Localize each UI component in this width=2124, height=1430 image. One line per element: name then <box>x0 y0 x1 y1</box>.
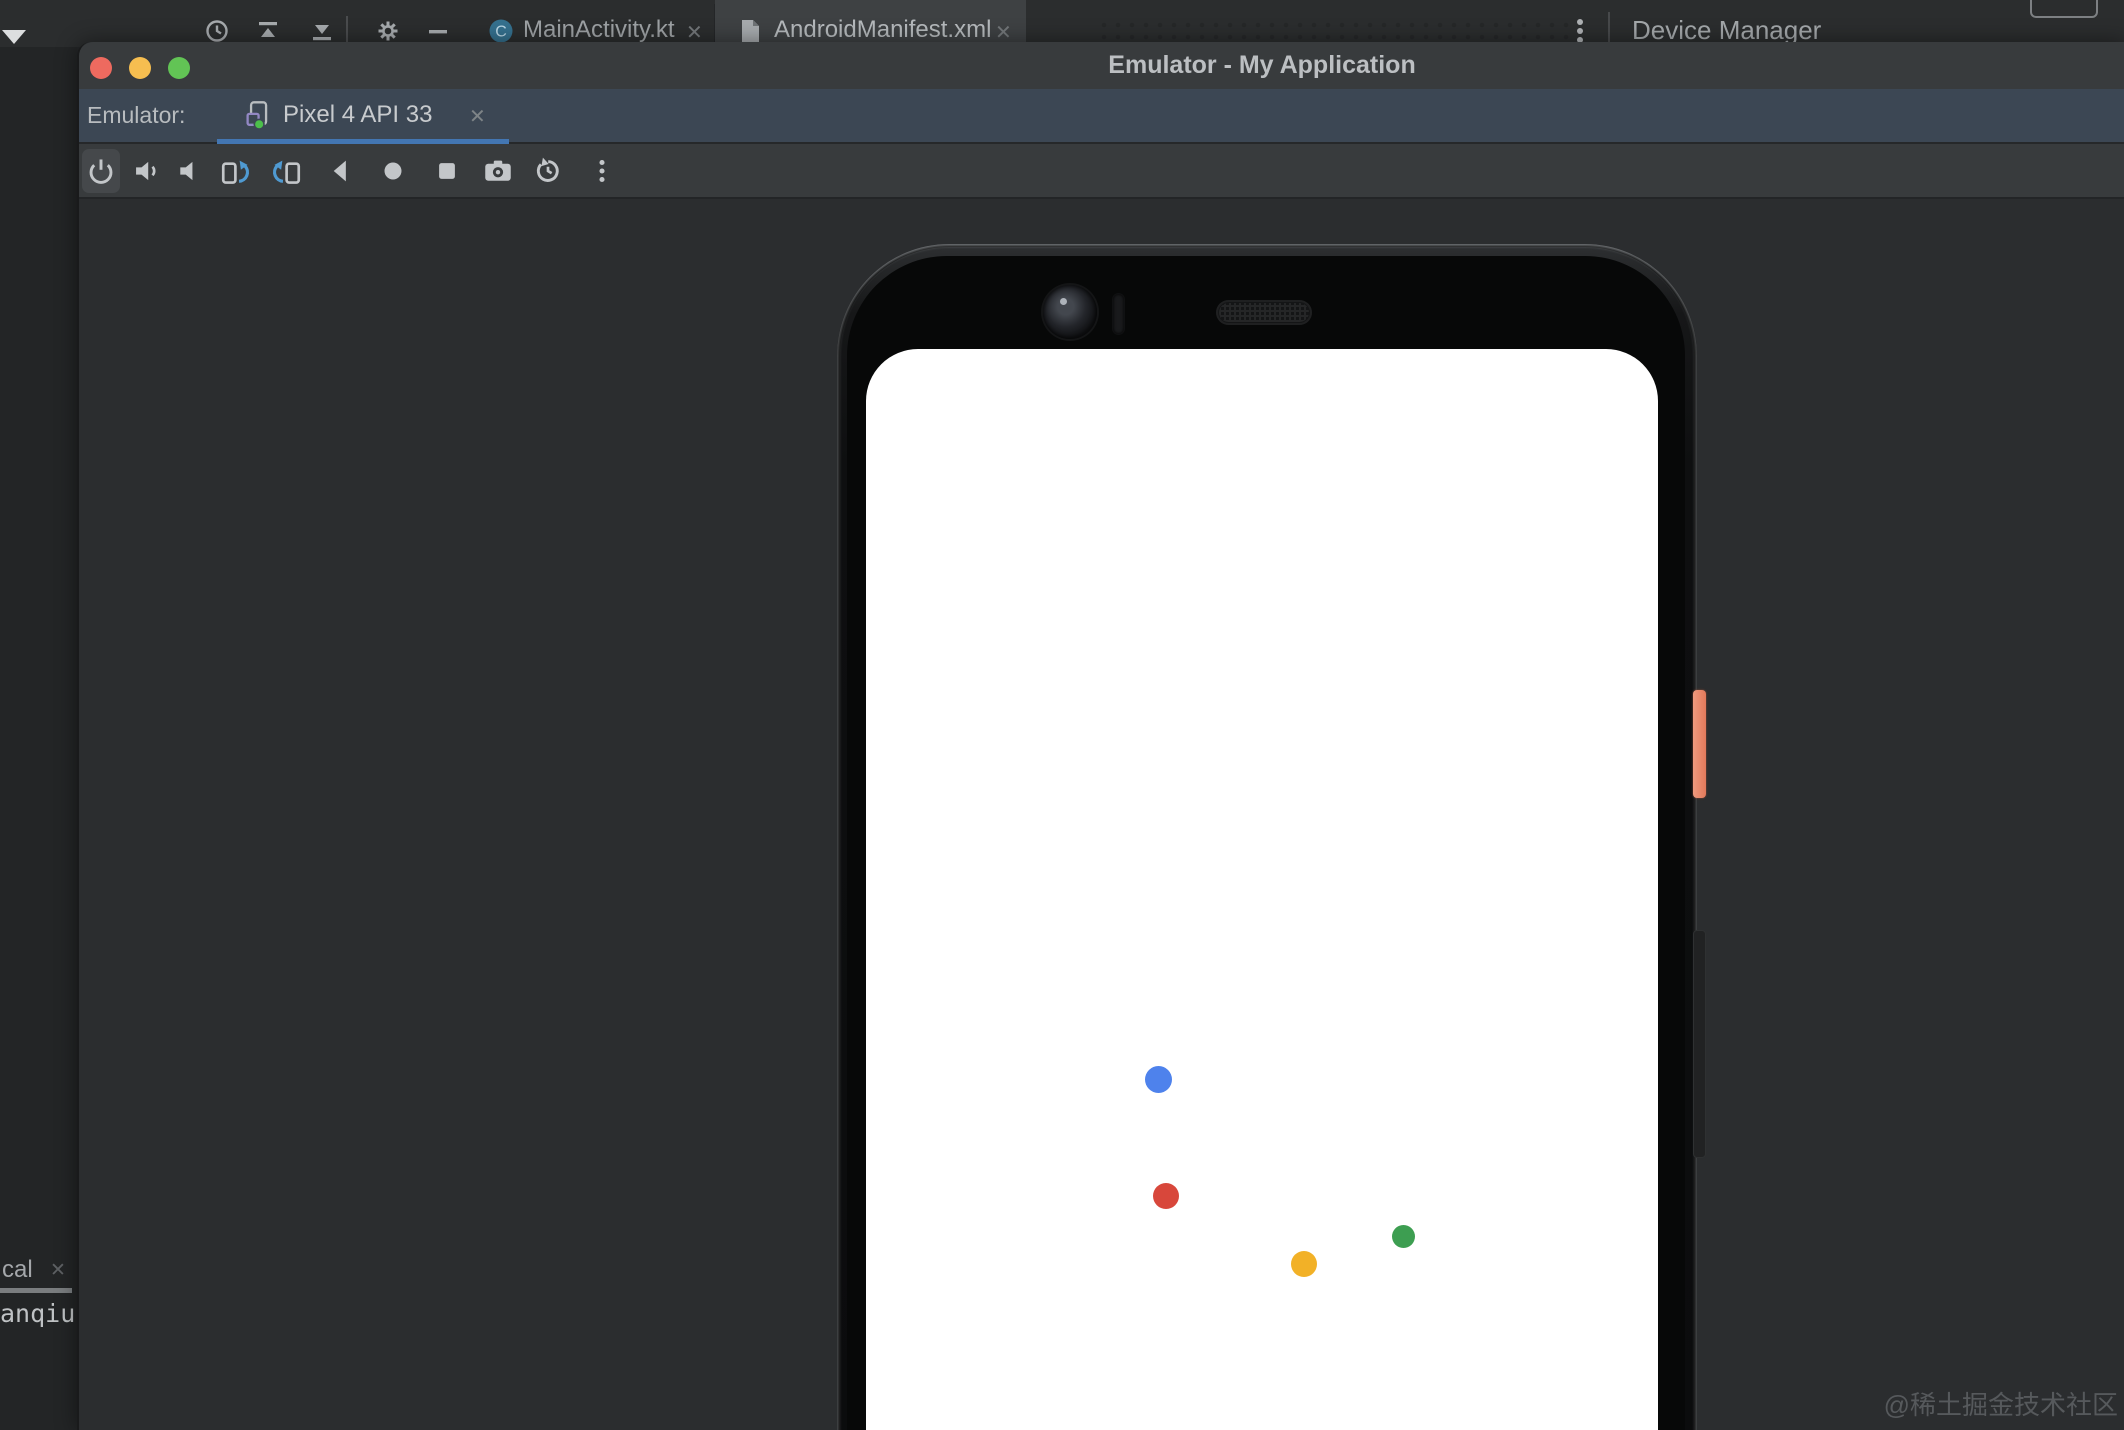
device-tab-pixel4[interactable]: Pixel 4 API 33 ✕ <box>217 89 509 144</box>
window-titlebar[interactable]: Emulator - My Application <box>79 42 2124 89</box>
ide-background-left: cal ✕ anqiu <box>0 47 77 1430</box>
console-tab-underline <box>0 1288 72 1293</box>
phone-screen[interactable] <box>866 349 1658 1430</box>
emulator-window: Emulator - My Application Emulator: Pixe… <box>77 42 2124 1430</box>
device-tab-bar: Emulator: Pixel 4 API 33 ✕ <box>79 89 2124 178</box>
yellow-dot <box>1291 1251 1317 1277</box>
rotate-clockwise-icon <box>272 160 301 184</box>
pixel4-device-frame <box>837 244 1706 1430</box>
panel-button-outline[interactable] <box>2030 0 2098 18</box>
volume-down-button[interactable] <box>171 149 209 193</box>
power-icon <box>89 159 113 184</box>
phone-power-button[interactable] <box>1693 690 1706 798</box>
ide-background-toolbar: C MainActivity.kt ✕ AndroidManifest.xml … <box>0 0 2124 47</box>
green-dot <box>1392 1225 1415 1248</box>
back-button[interactable] <box>322 149 360 193</box>
minimize-window-button[interactable] <box>129 57 151 79</box>
chevron-down-icon[interactable] <box>2 30 26 44</box>
blue-dot <box>1145 1066 1172 1093</box>
emulator-toolbar <box>79 144 2124 199</box>
rotate-clockwise-button[interactable] <box>267 149 305 193</box>
overview-icon <box>439 163 455 179</box>
device-tab-label: Pixel 4 API 33 <box>283 101 433 128</box>
red-dot <box>1153 1183 1179 1209</box>
overview-button[interactable] <box>428 149 466 193</box>
home-button[interactable] <box>374 149 412 193</box>
panel-divider <box>1608 12 1610 46</box>
phone-volume-button[interactable] <box>1693 930 1706 1158</box>
console-tab[interactable]: cal ✕ <box>0 1256 77 1288</box>
xml-file-icon <box>742 20 759 42</box>
scroll-to-bottom-icon[interactable] <box>309 17 335 45</box>
kotlin-class-icon: C <box>489 19 513 43</box>
toolbar-divider <box>346 16 348 42</box>
screenshot-button[interactable] <box>479 149 517 193</box>
settings-gear-icon[interactable] <box>375 17 401 45</box>
svg-text:C: C <box>495 24 507 41</box>
rotate-counterclockwise-button[interactable] <box>217 149 255 193</box>
rotate-counterclockwise-icon <box>221 160 250 184</box>
volume-up-button[interactable] <box>128 149 166 193</box>
front-camera <box>1043 285 1097 339</box>
kebab-menu-icon <box>599 159 605 183</box>
earpiece-speaker <box>1216 300 1312 325</box>
snapshots-icon <box>536 157 559 182</box>
scroll-to-top-icon[interactable] <box>255 17 281 45</box>
hide-icon[interactable] <box>425 17 451 45</box>
console-log-text: anqiu <box>0 1299 76 1328</box>
console-tab-label: cal <box>2 1256 33 1283</box>
editor-tab-mainactivity[interactable]: C MainActivity.kt ✕ <box>468 0 714 47</box>
window-title: Emulator - My Application <box>1108 51 1416 79</box>
close-icon[interactable]: ✕ <box>469 104 486 129</box>
proximity-sensor <box>1113 294 1124 334</box>
zoom-window-button[interactable] <box>168 57 190 79</box>
watermark: @稀土掘金技术社区 <box>1883 1390 2118 1420</box>
virtual-device-icon <box>246 101 268 130</box>
volume-down-icon <box>180 161 193 181</box>
editor-tab-label: MainActivity.kt <box>523 16 675 43</box>
power-button[interactable] <box>82 149 120 193</box>
camera-icon <box>485 160 511 181</box>
emulator-display-panel <box>79 199 2124 1430</box>
history-icon[interactable] <box>204 17 230 45</box>
editor-tab-label: AndroidManifest.xml <box>774 16 992 43</box>
volume-up-icon <box>136 161 156 181</box>
snapshots-button[interactable] <box>529 149 567 193</box>
emulator-label: Emulator: <box>87 102 186 128</box>
close-window-button[interactable] <box>90 57 112 79</box>
back-icon <box>333 160 346 182</box>
editor-tab-androidmanifest[interactable]: AndroidManifest.xml ✕ <box>715 0 1026 47</box>
close-icon[interactable]: ✕ <box>50 1259 66 1282</box>
more-options-button[interactable] <box>583 149 621 193</box>
home-icon <box>384 162 402 180</box>
screenshot-root: C MainActivity.kt ✕ AndroidManifest.xml … <box>0 0 2124 1430</box>
